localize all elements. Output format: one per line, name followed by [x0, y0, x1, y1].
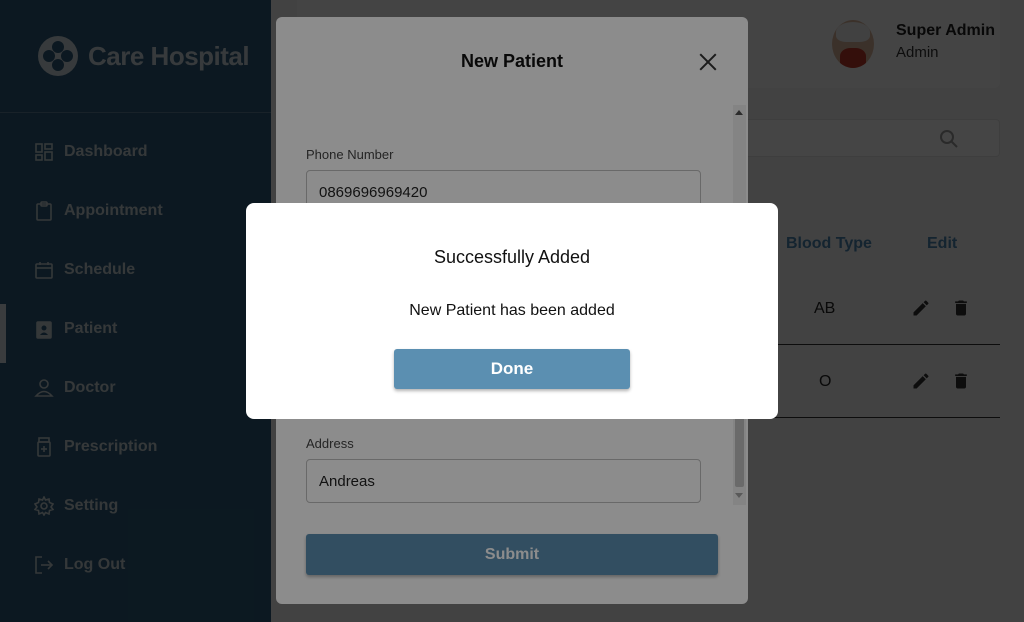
dialog-title: Successfully Added: [433, 247, 591, 267]
success-dialog: Successfully Added New Patient has been …: [246, 203, 778, 419]
done-button[interactable]: Done: [394, 349, 630, 389]
dialog-message: New Patient has been added: [409, 302, 615, 319]
